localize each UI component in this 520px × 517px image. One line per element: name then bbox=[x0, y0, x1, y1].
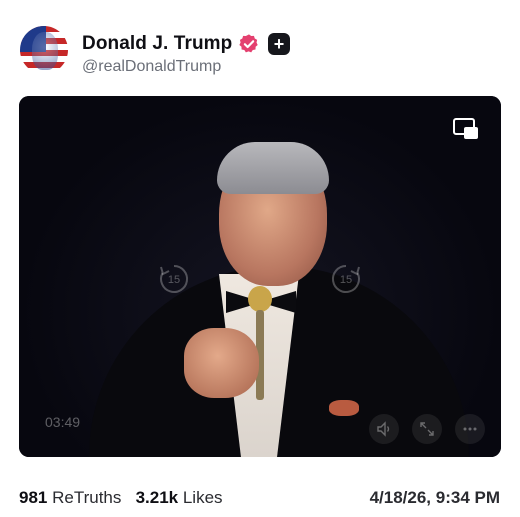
video-frame-hand bbox=[184, 328, 259, 398]
skip-back-icon: 15 bbox=[160, 265, 189, 293]
expand-icon bbox=[420, 422, 434, 436]
post-stats: 981 ReTruths 3.21k Likes bbox=[19, 488, 223, 508]
post-timestamp[interactable]: 4/18/26, 9:34 PM bbox=[370, 488, 500, 508]
more-button[interactable] bbox=[455, 414, 485, 444]
retruths-label: ReTruths bbox=[52, 488, 122, 507]
video-frame-hair bbox=[217, 142, 329, 194]
skip-back-label: 15 bbox=[168, 274, 180, 286]
likes-label: Likes bbox=[182, 488, 223, 507]
author-name[interactable]: Donald J. Trump bbox=[82, 33, 232, 55]
volume-button[interactable] bbox=[369, 414, 399, 444]
avatar[interactable] bbox=[20, 26, 68, 74]
plus-icon[interactable]: + bbox=[268, 33, 290, 55]
likes-link[interactable]: 3.21k Likes bbox=[136, 488, 223, 507]
picture-in-picture-icon[interactable] bbox=[453, 118, 479, 140]
verified-badge-icon bbox=[239, 34, 258, 53]
skip-forward-button[interactable]: 15 bbox=[329, 262, 363, 296]
avatar-portrait bbox=[32, 32, 58, 70]
author-handle[interactable]: @realDonaldTrump bbox=[82, 58, 221, 76]
more-dots-icon bbox=[463, 427, 477, 431]
fullscreen-button[interactable] bbox=[412, 414, 442, 444]
video-player[interactable]: 15 15 03:49 bbox=[19, 96, 501, 457]
video-frame-pocket-square bbox=[329, 400, 359, 416]
skip-back-button[interactable]: 15 bbox=[157, 262, 191, 296]
skip-forward-label: 15 bbox=[340, 274, 352, 286]
likes-count: 3.21k bbox=[135, 488, 179, 507]
skip-forward-icon: 15 bbox=[331, 265, 360, 293]
retruths-count: 981 bbox=[19, 488, 48, 507]
video-duration: 03:49 bbox=[45, 414, 81, 430]
volume-icon bbox=[377, 421, 390, 437]
retruths-link[interactable]: 981 ReTruths bbox=[19, 488, 121, 507]
